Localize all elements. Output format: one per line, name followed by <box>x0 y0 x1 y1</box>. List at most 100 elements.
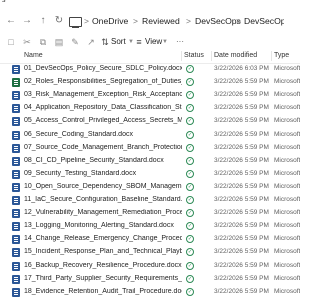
file-name[interactable]: 13_Logging_Monitoring_Alerting_Standard.… <box>24 222 182 229</box>
rename-icon[interactable]: ✎ <box>70 37 80 47</box>
file-type: Microsoft Wo <box>274 117 300 125</box>
column-header-status[interactable]: Status <box>184 52 204 59</box>
cut-icon[interactable]: ✂ <box>22 37 32 47</box>
window-top-strip: s <box>0 0 300 8</box>
file-type: Microsoft Wo <box>274 104 300 112</box>
sort-icon[interactable]: ⇅ <box>100 37 110 47</box>
column-divider[interactable] <box>271 51 272 61</box>
word-file-icon <box>12 156 20 166</box>
column-divider[interactable] <box>211 51 212 61</box>
paste-icon[interactable]: ▤ <box>54 37 64 47</box>
sync-status-icon: ✓ <box>186 182 194 191</box>
file-type: Microsoft Ex <box>274 78 300 86</box>
file-row[interactable]: 04_Application_Repository_Data_Classific… <box>0 102 300 115</box>
forward-arrow-icon[interactable]: → <box>20 14 34 28</box>
file-row[interactable]: 15_Incident_Response_Plan_and_Technical_… <box>0 246 300 259</box>
sync-status-icon: ✓ <box>186 209 194 218</box>
file-row[interactable]: 09_Security_Testing_Standard.docx ✓ 3/22/2… <box>0 168 300 181</box>
file-row[interactable]: 13_Logging_Monitoring_Alerting_Standard.… <box>0 220 300 233</box>
file-row[interactable]: 11_IaC_Secure_Configuration_Baseline_Sta… <box>0 194 300 207</box>
sync-status-icon: ✓ <box>186 91 194 100</box>
file-name[interactable]: 09_Security_Testing_Standard.docx <box>24 170 182 177</box>
file-row[interactable]: 18_Evidence_Retention_Audit_Trail_Proced… <box>0 286 300 299</box>
copy-icon[interactable]: ⧉ <box>38 37 48 47</box>
column-header-type[interactable]: Type <box>274 52 289 59</box>
file-name[interactable]: 04_Application_Repository_Data_Classific… <box>24 104 182 111</box>
file-row[interactable]: 07_Source_Code_Management_Branch_Protect… <box>0 142 300 155</box>
sync-status-icon: ✓ <box>186 274 194 283</box>
file-name[interactable]: 17_Third_Party_Supplier_Security_Require… <box>24 275 182 282</box>
file-row[interactable]: 05_Access_Control_Privileged_Access_Secr… <box>0 115 300 128</box>
chevron-down-icon[interactable]: ▼ <box>160 37 170 47</box>
share-icon[interactable]: ↗ <box>86 37 96 47</box>
file-name[interactable]: 12_Vulnerability_Management_Remediation_… <box>24 209 182 216</box>
command-toolbar: □ ✂ ⧉ ▤ ✎ ↗ ⇅ Sort ▼ ≡ View ▼ ··· <box>0 36 300 49</box>
file-row[interactable]: 17_Third_Party_Supplier_Security_Require… <box>0 273 300 286</box>
sync-status-icon: ✓ <box>186 169 194 178</box>
file-name[interactable]: 15_Incident_Response_Plan_and_Technical_… <box>24 248 182 255</box>
file-row[interactable]: 16_Backup_Recovery_Resilience_Procedure.… <box>0 260 300 273</box>
file-row[interactable]: 10_Open_Source_Dependency_SBOM_Managemen… <box>0 181 300 194</box>
sync-status-icon: ✓ <box>186 248 194 257</box>
word-file-icon <box>12 261 20 271</box>
word-file-icon <box>12 65 20 74</box>
file-type: Microsoft Wo <box>274 196 300 203</box>
monitor-icon <box>69 17 82 28</box>
date-modified: 3/22/2026 5:59 PM <box>214 130 269 138</box>
word-file-icon <box>12 143 20 153</box>
breadcrumb-item-devsecops[interactable]: DevSecOps <box>195 16 241 26</box>
file-row[interactable]: 06_Secure_Coding_Standard.docx ✓ 3/22/2026… <box>0 129 300 142</box>
navigation-bar: ← → ↑ ↻ > OneDrive > Reviewed > DevSecOp… <box>0 8 300 36</box>
sync-status-icon: ✓ <box>186 235 194 244</box>
file-type: Microsoft Wo <box>274 235 300 243</box>
refresh-icon[interactable]: ↻ <box>52 14 66 28</box>
file-name[interactable]: 01_DevSecOps_Policy_Secure_SDLC_Policy.d… <box>24 65 182 72</box>
file-type: Microsoft Wo <box>274 169 300 177</box>
sync-status-icon: ✓ <box>186 261 194 270</box>
file-type: Microsoft Wo <box>274 130 300 138</box>
column-header-date-modified[interactable]: Date modified <box>214 52 257 59</box>
sort-button[interactable]: Sort <box>111 37 126 46</box>
file-row[interactable]: 12_Vulnerability_Management_Remediation_… <box>0 207 300 220</box>
file-name[interactable]: 02_Roles_Responsibilities_Segregation_of… <box>24 78 182 85</box>
file-type: Microsoft Wo <box>274 143 300 151</box>
date-modified: 3/22/2026 5:59 PM <box>214 261 269 269</box>
file-type: Microsoft Wo <box>274 274 300 282</box>
breadcrumb-item-package[interactable]: DevSecOps Document Package V2026.1 <box>244 16 284 26</box>
breadcrumb-item-onedrive[interactable]: OneDrive <box>92 16 128 26</box>
up-arrow-icon[interactable]: ↑ <box>36 14 50 28</box>
word-file-icon <box>12 91 20 101</box>
column-header-name[interactable]: Name <box>24 52 43 59</box>
file-name[interactable]: 06_Secure_Coding_Standard.docx <box>24 131 182 138</box>
word-file-icon <box>12 209 20 219</box>
file-name[interactable]: 03_Risk_Management_Exception_Risk_Accept… <box>24 91 182 98</box>
word-file-icon <box>12 287 20 297</box>
date-modified: 3/22/2026 5:59 PM <box>214 104 269 112</box>
new-icon[interactable]: □ <box>6 37 16 47</box>
back-arrow-icon[interactable]: ← <box>4 14 18 28</box>
file-row[interactable]: 02_Roles_Responsibilities_Segregation_of… <box>0 76 300 89</box>
file-name[interactable]: 11_IaC_Secure_Configuration_Baseline_Sta… <box>24 196 182 203</box>
sync-status-icon: ✓ <box>186 130 194 139</box>
date-modified: 3/22/2026 5:59 PM <box>214 156 269 164</box>
breadcrumb-item-reviewed[interactable]: Reviewed <box>142 16 180 26</box>
file-row[interactable]: 01_DevSecOps_Policy_Secure_SDLC_Policy.d… <box>0 63 300 76</box>
file-name[interactable]: 14_Change_Release_Emergency_Change_Proce… <box>24 235 182 242</box>
file-row[interactable]: 03_Risk_Management_Exception_Risk_Accept… <box>0 89 300 102</box>
file-row[interactable]: 08_CI_CD_Pipeline_Security_Standard.docx… <box>0 155 300 168</box>
sync-status-icon: ✓ <box>186 143 194 152</box>
word-file-icon <box>12 222 20 232</box>
date-modified: 3/22/2026 5:59 PM <box>214 196 269 203</box>
file-name[interactable]: 18_Evidence_Retention_Audit_Trail_Proced… <box>24 288 182 295</box>
excel-file-icon <box>12 78 20 88</box>
file-name[interactable]: 07_Source_Code_Management_Branch_Protect… <box>24 144 182 151</box>
date-modified: 3/22/2026 5:59 PM <box>214 287 269 295</box>
column-divider[interactable] <box>181 51 182 61</box>
file-name[interactable]: 10_Open_Source_Dependency_SBOM_Managemen… <box>24 183 182 190</box>
file-name[interactable]: 05_Access_Control_Privileged_Access_Secr… <box>24 117 182 124</box>
file-row[interactable]: 14_Change_Release_Emergency_Change_Proce… <box>0 233 300 246</box>
view-icon[interactable]: ≡ <box>134 37 144 47</box>
file-name[interactable]: 08_CI_CD_Pipeline_Security_Standard.docx <box>24 157 182 164</box>
file-name[interactable]: 16_Backup_Recovery_Resilience_Procedure.… <box>24 262 182 269</box>
more-options-button[interactable]: ··· <box>176 37 184 46</box>
